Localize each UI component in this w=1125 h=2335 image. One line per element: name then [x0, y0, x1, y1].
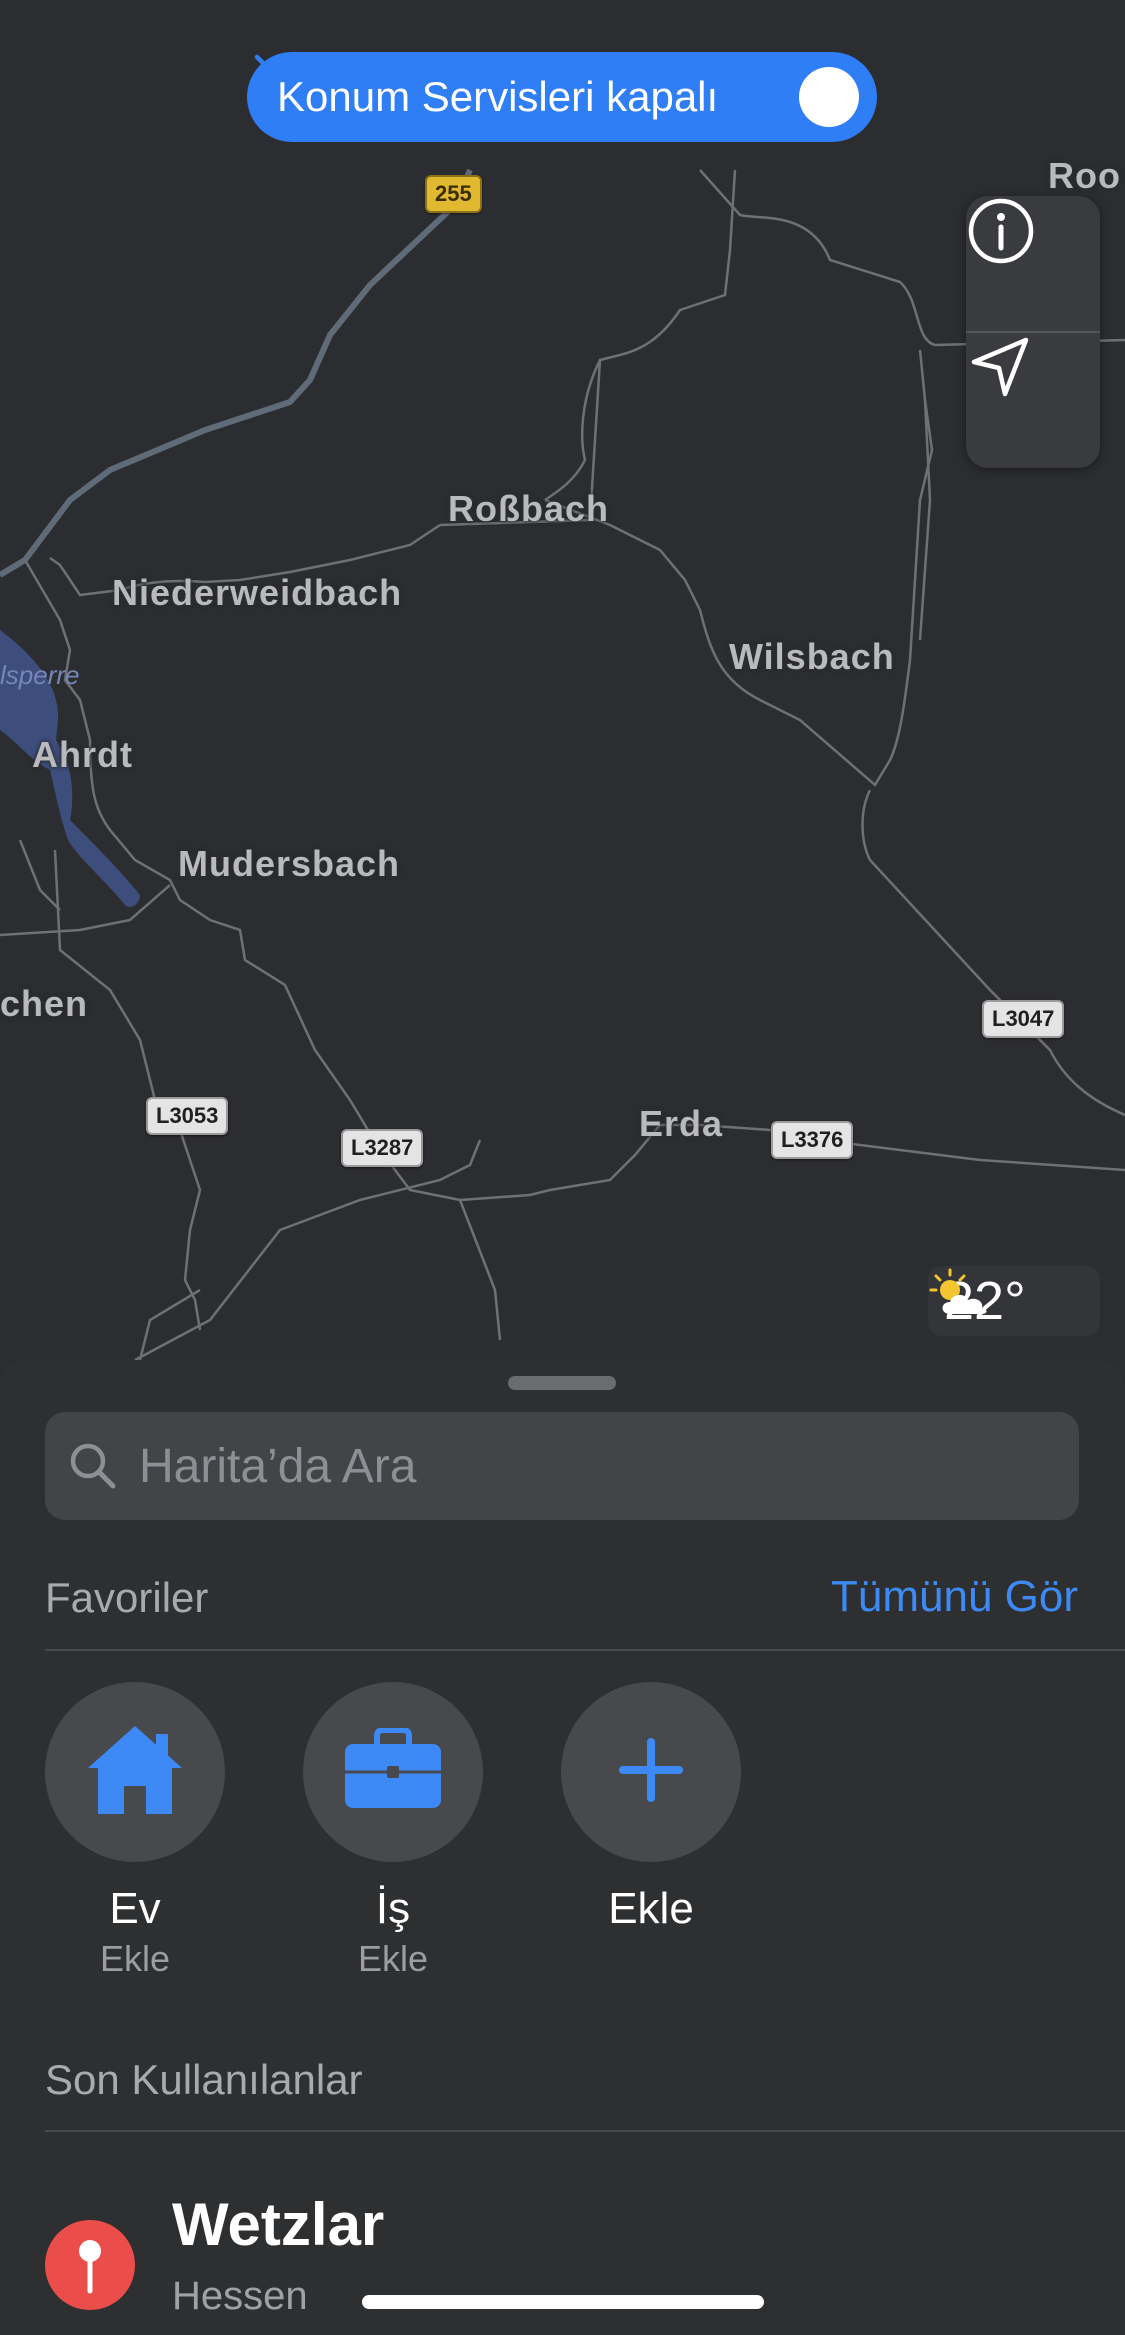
recents-title: Son Kullanılanlar — [45, 2056, 363, 2103]
recent-item-title: Wetzlar — [172, 2191, 385, 2258]
road-shield-l3287: L3287 — [341, 1129, 424, 1167]
map-label-ahrdt[interactable]: Ahrdt — [32, 734, 133, 776]
map-label-rossbach[interactable]: Roßbach — [448, 488, 609, 530]
map-view[interactable]: Roßbach Niederweidbach Wilsbach Ahrdt Mu… — [0, 0, 1125, 1400]
favorite-work-subtitle: Ekle — [357, 1938, 429, 1979]
info-button[interactable] — [966, 196, 1100, 332]
chevron-right-icon — [254, 54, 859, 127]
location-services-banner[interactable]: Konum Servisleri kapalı — [247, 52, 877, 142]
road-shield-l3376: L3376 — [771, 1121, 854, 1159]
road-shield-l3047: L3047 — [982, 1000, 1065, 1038]
favorites-divider — [45, 1649, 1125, 1651]
map-roads-layer — [0, 168, 1125, 1362]
favorites-title: Favoriler — [45, 1574, 209, 1621]
map-controls — [966, 196, 1100, 468]
favorite-work-title: İş — [375, 1884, 411, 1933]
favorite-home-subtitle: Ekle — [99, 1938, 171, 1979]
map-label-wilsbach[interactable]: Wilsbach — [729, 636, 895, 678]
home-indicator[interactable] — [362, 2295, 764, 2309]
road-shield-255: 255 — [425, 175, 482, 213]
home-icon — [82, 1722, 188, 1823]
map-label-chen[interactable]: chen — [0, 983, 88, 1025]
highway-255 — [0, 168, 473, 578]
see-all-link[interactable]: Tümünü Gör — [831, 1572, 1078, 1622]
favorite-work[interactable]: İş Ekle — [303, 1682, 483, 1980]
search-placeholder: Harita’da Ara — [139, 1439, 417, 1493]
map-label-niederweidbach[interactable]: Niederweidbach — [112, 572, 402, 614]
favorite-add-title: Ekle — [608, 1884, 694, 1933]
plus-icon — [619, 1737, 683, 1807]
location-services-label: Konum Servisleri kapalı — [277, 73, 719, 120]
favorite-add-circle[interactable] — [561, 1682, 741, 1862]
map-label-erda[interactable]: Erda — [639, 1103, 723, 1145]
search-icon — [67, 1440, 119, 1492]
search-field[interactable]: Harita’da Ara — [45, 1412, 1079, 1520]
map-label-mudersbach[interactable]: Mudersbach — [178, 843, 400, 885]
favorite-work-circle[interactable] — [303, 1682, 483, 1862]
recent-item-subtitle: Hessen — [172, 2274, 308, 2318]
bottom-sheet: Harita’da Ara Favoriler Tümünü Gör Ev Ek… — [0, 1360, 1125, 2335]
favorite-home-title: Ev — [109, 1884, 161, 1933]
sheet-grabber[interactable] — [508, 1376, 616, 1390]
briefcase-icon — [343, 1726, 443, 1817]
pin-icon — [45, 2220, 135, 2310]
recents-divider — [45, 2130, 1125, 2132]
favorite-home[interactable]: Ev Ekle — [45, 1682, 225, 1980]
map-label-roo[interactable]: Roo — [1048, 155, 1121, 197]
favorite-home-circle[interactable] — [45, 1682, 225, 1862]
favorite-add[interactable]: Ekle — [561, 1682, 741, 1934]
road-shield-l3053: L3053 — [146, 1097, 229, 1135]
locate-me-button[interactable] — [966, 332, 1100, 468]
weather-widget[interactable]: 22° — [928, 1266, 1100, 1336]
map-label-water: lsperre — [0, 660, 80, 690]
